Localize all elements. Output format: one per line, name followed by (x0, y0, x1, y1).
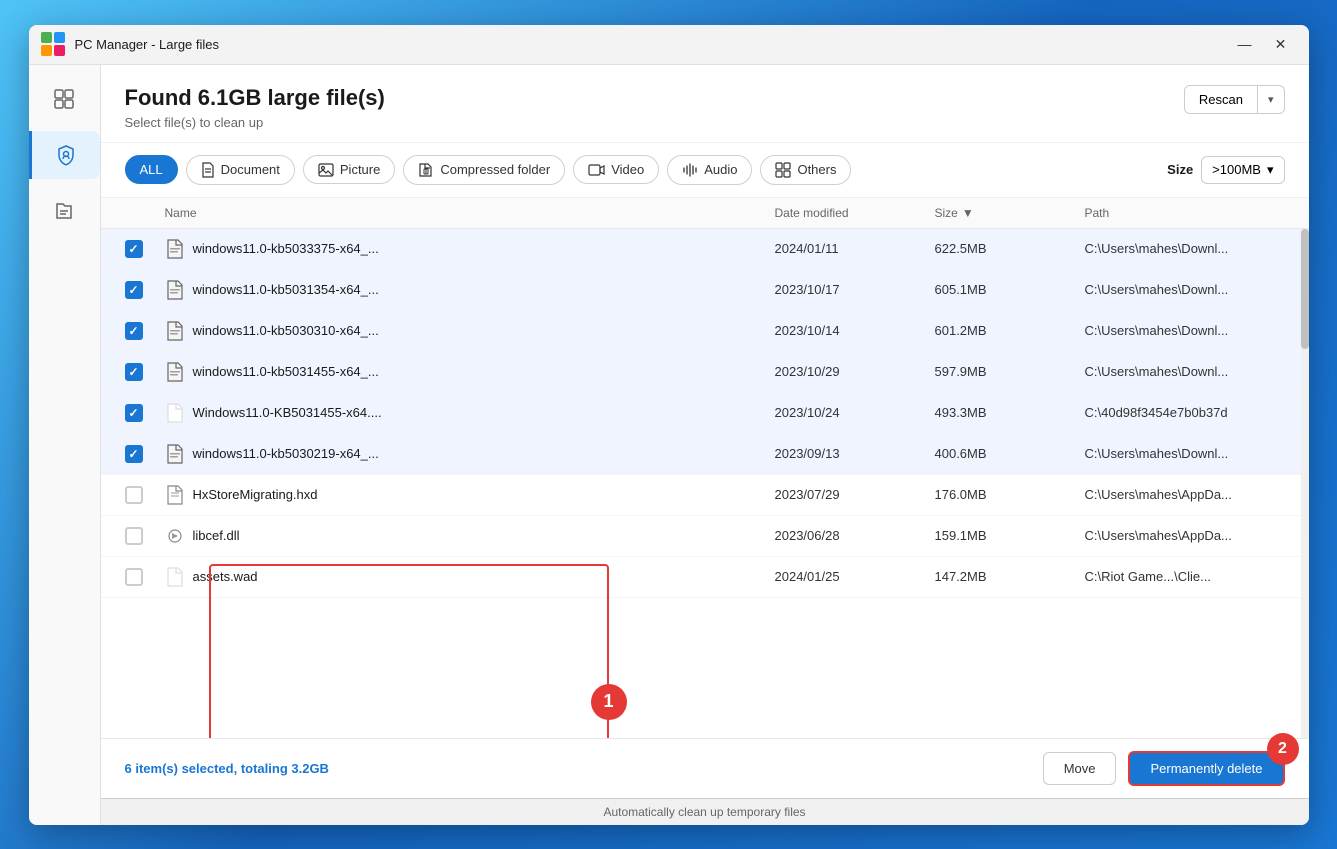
selected-size: 3.2GB (291, 761, 329, 776)
filter-audio-label: Audio (704, 162, 737, 177)
file-name-cell: windows11.0-kb5031455-x64_... (165, 360, 775, 384)
badge-2: 2 (1267, 733, 1299, 765)
minimize-button[interactable]: — (1229, 32, 1261, 56)
row-checkbox[interactable] (125, 322, 143, 340)
file-name-cell: libcef.dll (165, 524, 775, 548)
sidebar-item-files[interactable] (40, 187, 88, 235)
row-checkbox[interactable] (125, 404, 143, 422)
sidebar (29, 65, 101, 825)
col-header-date: Date modified (775, 206, 935, 220)
file-type-icon (165, 565, 185, 589)
filter-document-button[interactable]: Document (186, 155, 295, 185)
table-row[interactable]: Windows11.0-KB5031455-x64.... 2023/10/24… (101, 393, 1309, 434)
size-filter-label: Size (1167, 162, 1193, 177)
file-name-cell: windows11.0-kb5033375-x64_... (165, 237, 775, 261)
sidebar-item-overview[interactable] (40, 75, 88, 123)
row-checkbox[interactable] (125, 527, 143, 545)
sort-icon[interactable]: ▼ (962, 206, 974, 220)
col-header-size: Size ▼ (935, 206, 1055, 220)
window-controls: — ✕ (1229, 32, 1297, 56)
table-header: Name Date modified Size ▼ Path (101, 198, 1309, 229)
file-name-cell: HxStoreMigrating.hxd (165, 483, 775, 507)
filter-video-button[interactable]: Video (573, 155, 659, 184)
file-name-cell: windows11.0-kb5031354-x64_... (165, 278, 775, 302)
move-button[interactable]: Move (1043, 752, 1117, 785)
rescan-label: Rescan (1185, 86, 1258, 113)
delete-btn-wrapper: Permanently delete 2 (1128, 751, 1284, 786)
row-checkbox[interactable] (125, 568, 143, 586)
table-row[interactable]: assets.wad 2024/01/25 147.2MB C:\Riot Ga… (101, 557, 1309, 598)
scrollbar-thumb[interactable] (1301, 229, 1309, 349)
filter-document-label: Document (221, 162, 280, 177)
filter-bar: ALL Document Picture (101, 143, 1309, 198)
filter-compressed-button[interactable]: Compressed folder (403, 155, 565, 185)
footer-info: 6 item(s) selected, totaling 3.2GB (125, 761, 329, 776)
close-button[interactable]: ✕ (1265, 32, 1297, 56)
file-type-icon (165, 442, 185, 466)
page-subtitle: Select file(s) to clean up (125, 115, 385, 130)
table-body: 1 windows11.0-kb5033375-x64_... 2024/01/… (101, 229, 1309, 738)
rescan-arrow-icon: ▾ (1258, 87, 1284, 112)
scrollbar-track[interactable] (1301, 229, 1309, 738)
table-row[interactable]: windows11.0-kb5030219-x64_... 2023/09/13… (101, 434, 1309, 475)
footer-actions: Move Permanently delete 2 (1043, 751, 1285, 786)
table-row[interactable]: windows11.0-kb5033375-x64_... 2024/01/11… (101, 229, 1309, 270)
file-type-icon (165, 360, 185, 384)
row-checkbox[interactable] (125, 486, 143, 504)
badge-1: 1 (591, 684, 627, 720)
file-name-cell: windows11.0-kb5030219-x64_... (165, 442, 775, 466)
filter-all-button[interactable]: ALL (125, 155, 178, 184)
col-header-checkbox (125, 206, 165, 220)
bottom-bar-text: Automatically clean up temporary files (603, 805, 805, 819)
row-checkbox[interactable] (125, 281, 143, 299)
col-header-path: Path (1085, 206, 1285, 220)
permanently-delete-button[interactable]: Permanently delete (1128, 751, 1284, 786)
footer: 6 item(s) selected, totaling 3.2GB Move … (101, 738, 1309, 798)
filter-picture-label: Picture (340, 162, 380, 177)
size-dropdown[interactable]: >100MB ▾ (1201, 156, 1284, 184)
selected-text: 6 item(s) selected, totaling (125, 761, 292, 776)
size-filter: Size >100MB ▾ (1167, 156, 1284, 184)
col-header-name: Name (165, 206, 775, 220)
file-name-cell: assets.wad (165, 565, 775, 589)
row-checkbox[interactable] (125, 445, 143, 463)
file-name-cell: windows11.0-kb5030310-x64_... (165, 319, 775, 343)
filter-audio-button[interactable]: Audio (667, 155, 752, 185)
content-area: Found 6.1GB large file(s) Select file(s)… (101, 65, 1309, 825)
app-logo (41, 32, 65, 56)
file-type-icon (165, 401, 185, 425)
sidebar-item-security[interactable] (29, 131, 100, 179)
filter-picture-button[interactable]: Picture (303, 155, 395, 184)
col-header-spacer (1055, 206, 1085, 220)
file-type-icon (165, 483, 185, 507)
filter-compressed-label: Compressed folder (440, 162, 550, 177)
table-row[interactable]: windows11.0-kb5031455-x64_... 2023/10/29… (101, 352, 1309, 393)
file-type-icon (165, 524, 185, 548)
size-dropdown-value: >100MB (1212, 162, 1261, 177)
row-checkbox[interactable] (125, 363, 143, 381)
main-window: PC Manager - Large files — ✕ (29, 25, 1309, 825)
file-name-cell: Windows11.0-KB5031455-x64.... (165, 401, 775, 425)
file-type-icon (165, 278, 185, 302)
table-row[interactable]: HxStoreMigrating.hxd 2023/07/29 176.0MB … (101, 475, 1309, 516)
main-layout: Found 6.1GB large file(s) Select file(s)… (29, 65, 1309, 825)
file-type-icon (165, 237, 185, 261)
page-header: Found 6.1GB large file(s) Select file(s)… (101, 65, 1309, 143)
bottom-bar: Automatically clean up temporary files (101, 798, 1309, 825)
filter-video-label: Video (611, 162, 644, 177)
window-title: PC Manager - Large files (75, 37, 1229, 52)
filter-others-button[interactable]: Others (760, 155, 851, 185)
title-bar: PC Manager - Large files — ✕ (29, 25, 1309, 65)
table-row[interactable]: windows11.0-kb5030310-x64_... 2023/10/14… (101, 311, 1309, 352)
size-dropdown-icon: ▾ (1267, 162, 1274, 178)
row-checkbox[interactable] (125, 240, 143, 258)
header-left: Found 6.1GB large file(s) Select file(s)… (125, 85, 385, 130)
table-row[interactable]: windows11.0-kb5031354-x64_... 2023/10/17… (101, 270, 1309, 311)
filter-others-label: Others (797, 162, 836, 177)
page-title: Found 6.1GB large file(s) (125, 85, 385, 111)
rescan-button[interactable]: Rescan ▾ (1184, 85, 1285, 114)
table-row[interactable]: libcef.dll 2023/06/28 159.1MB C:\Users\m… (101, 516, 1309, 557)
file-type-icon (165, 319, 185, 343)
